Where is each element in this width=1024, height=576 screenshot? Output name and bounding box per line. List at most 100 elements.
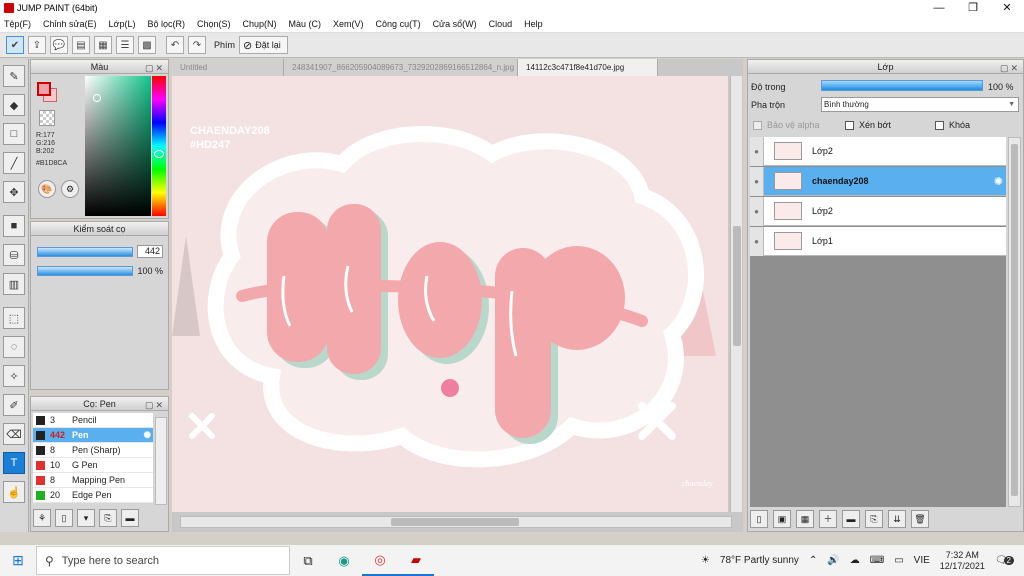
layer-row[interactable]: ● Lớp1: [750, 226, 1006, 256]
visibility-icon[interactable]: ●: [750, 196, 764, 226]
list-icon[interactable]: ☰: [116, 36, 134, 54]
select-pen-tool-icon[interactable]: ✐: [3, 394, 25, 416]
gear-icon[interactable]: ✺: [994, 175, 1003, 188]
open-folder-icon[interactable]: ▬: [121, 509, 139, 527]
hue-slider[interactable]: [152, 76, 166, 216]
menu-color[interactable]: Màu (C): [289, 19, 322, 29]
transparent-color-swatch[interactable]: [39, 110, 55, 126]
color-settings-icon[interactable]: ⚙: [61, 180, 79, 198]
brush-item[interactable]: 8 Pen (Sharp): [33, 443, 153, 458]
brush-item[interactable]: 10 G Pen: [33, 458, 153, 473]
blend-mode-select[interactable]: Bình thường ▼: [821, 97, 1019, 112]
artwork-canvas[interactable]: CHAENDAY208 #HD247 chaenday: [172, 76, 728, 512]
canvas-area[interactable]: CHAENDAY208 #HD247 chaenday: [172, 76, 743, 532]
brush-item[interactable]: 20 Edge Pen: [33, 488, 153, 503]
layer-menu-icon[interactable]: ▦: [796, 510, 814, 528]
new-brush-icon[interactable]: ▯: [55, 509, 73, 527]
visibility-icon[interactable]: ●: [750, 226, 764, 256]
move-tool-icon[interactable]: ✥: [3, 181, 25, 203]
eraser-tool-icon[interactable]: ◆: [3, 94, 25, 116]
close-button[interactable]: ✕: [990, 0, 1024, 16]
brush-item-selected[interactable]: 442 Pen ✺: [33, 428, 153, 443]
layer-scrollbar[interactable]: [1008, 137, 1021, 507]
new-layer-icon[interactable]: ▯: [750, 510, 768, 528]
weather-text[interactable]: 78°F Partly sunny: [720, 555, 799, 566]
scroll-thumb[interactable]: [1011, 144, 1018, 496]
brush-item[interactable]: 3 Pencil: [33, 413, 153, 428]
folder-icon[interactable]: ▬: [842, 510, 860, 528]
undo-icon[interactable]: ↶: [166, 36, 184, 54]
tab-image-1[interactable]: 248341907_866205904089673_73292028691665…: [284, 59, 518, 76]
document-icon[interactable]: ▦: [94, 36, 112, 54]
brush-item[interactable]: 8 Mapping Pen: [33, 473, 153, 488]
brush-size-slider[interactable]: [37, 247, 133, 257]
text-tool-icon[interactable]: T: [3, 452, 25, 474]
brush-size-value[interactable]: 442: [137, 245, 163, 258]
scroll-thumb[interactable]: [391, 518, 519, 526]
merge-layer-icon[interactable]: ⇊: [888, 510, 906, 528]
canvas-horizontal-scrollbar[interactable]: [180, 516, 732, 528]
panel-controls-icon[interactable]: ▢✕: [145, 398, 165, 412]
hand-tool-icon[interactable]: ☝: [3, 481, 25, 503]
layer-opacity-slider[interactable]: [821, 80, 983, 91]
protect-alpha-checkbox[interactable]: Bảo vệ alpha: [753, 120, 820, 130]
menu-layer[interactable]: Lớp(L): [109, 19, 136, 29]
menu-cloud[interactable]: Cloud: [489, 19, 513, 29]
panel-controls-icon[interactable]: ▢✕: [145, 61, 165, 75]
brush-opacity-slider[interactable]: [37, 266, 133, 276]
minimize-button[interactable]: —: [922, 0, 956, 16]
lock-checkbox[interactable]: Khóa: [935, 120, 970, 130]
taskbar-search[interactable]: ⚲ Type here to search: [36, 546, 290, 575]
reset-button[interactable]: ⊘ Đặt lại: [239, 36, 288, 54]
gear-icon[interactable]: ✺: [143, 430, 151, 441]
brush-folder-icon[interactable]: ⚘: [33, 509, 51, 527]
layer-row-selected[interactable]: ● chaenday208 ✺: [750, 166, 1006, 196]
tab-image-2[interactable]: 14112c3c471f8e41d70e.jpg: [518, 59, 658, 76]
display-icon[interactable]: ▭: [894, 555, 903, 566]
onedrive-icon[interactable]: ☁: [850, 555, 860, 566]
lasso-tool-icon[interactable]: ◌: [3, 336, 25, 358]
grid-icon[interactable]: ▩: [138, 36, 156, 54]
layer-row[interactable]: ● Lớp2: [750, 136, 1006, 166]
bucket-tool-icon[interactable]: ⛁: [3, 244, 25, 266]
select-eraser-tool-icon[interactable]: ⌫: [3, 423, 25, 445]
menu-help[interactable]: Help: [524, 19, 543, 29]
add-layer-icon[interactable]: ＋: [819, 510, 837, 528]
panel-controls-icon[interactable]: ▢✕: [1000, 61, 1020, 75]
primary-color-swatch[interactable]: [37, 82, 51, 96]
clipping-checkbox[interactable]: Xén bớt: [845, 120, 891, 130]
delete-layer-icon[interactable]: 🗑: [911, 510, 929, 528]
edge-browser-icon[interactable]: ◉: [326, 545, 362, 576]
volume-icon[interactable]: 🔊: [827, 555, 839, 566]
scroll-thumb[interactable]: [733, 226, 741, 346]
redo-icon[interactable]: ↷: [188, 36, 206, 54]
palette-icon[interactable]: 🎨: [38, 180, 56, 198]
sv-cursor[interactable]: [93, 94, 101, 102]
visibility-icon[interactable]: ●: [750, 136, 764, 166]
rectangle-tool-icon[interactable]: □: [3, 123, 25, 145]
cloud-check-icon[interactable]: ✔: [6, 36, 24, 54]
copy-brush-icon[interactable]: ⎘: [99, 509, 117, 527]
windows-start-icon[interactable]: ⊞: [0, 545, 36, 576]
menu-tools[interactable]: Công cụ(T): [376, 19, 421, 29]
select-rect-tool-icon[interactable]: ⬚: [3, 307, 25, 329]
menu-file[interactable]: Tệp(F): [4, 19, 31, 29]
task-view-icon[interactable]: ⧉: [290, 545, 326, 576]
menu-window[interactable]: Cửa sổ(W): [433, 19, 477, 29]
new-text-layer-icon[interactable]: ▣: [773, 510, 791, 528]
menu-filter[interactable]: Bộ lọc(R): [147, 19, 185, 29]
hue-cursor[interactable]: [154, 150, 164, 158]
menu-select[interactable]: Chọn(S): [197, 19, 231, 29]
clock[interactable]: 7:32 AM 12/17/2021: [940, 550, 985, 572]
brush-menu-icon[interactable]: ▾: [77, 509, 95, 527]
comment-icon[interactable]: 💬: [50, 36, 68, 54]
chevron-up-icon[interactable]: ⌃: [809, 555, 817, 566]
duplicate-layer-icon[interactable]: ⎘: [865, 510, 883, 528]
language-indicator[interactable]: VIE: [914, 555, 930, 566]
brush-list-scrollbar[interactable]: [155, 417, 167, 505]
magic-wand-tool-icon[interactable]: ✧: [3, 365, 25, 387]
visibility-icon[interactable]: ●: [750, 166, 764, 196]
brush-tool-icon[interactable]: ✎: [3, 65, 25, 87]
menu-view[interactable]: Xem(V): [333, 19, 364, 29]
layer-row[interactable]: ● Lớp2: [750, 196, 1006, 226]
